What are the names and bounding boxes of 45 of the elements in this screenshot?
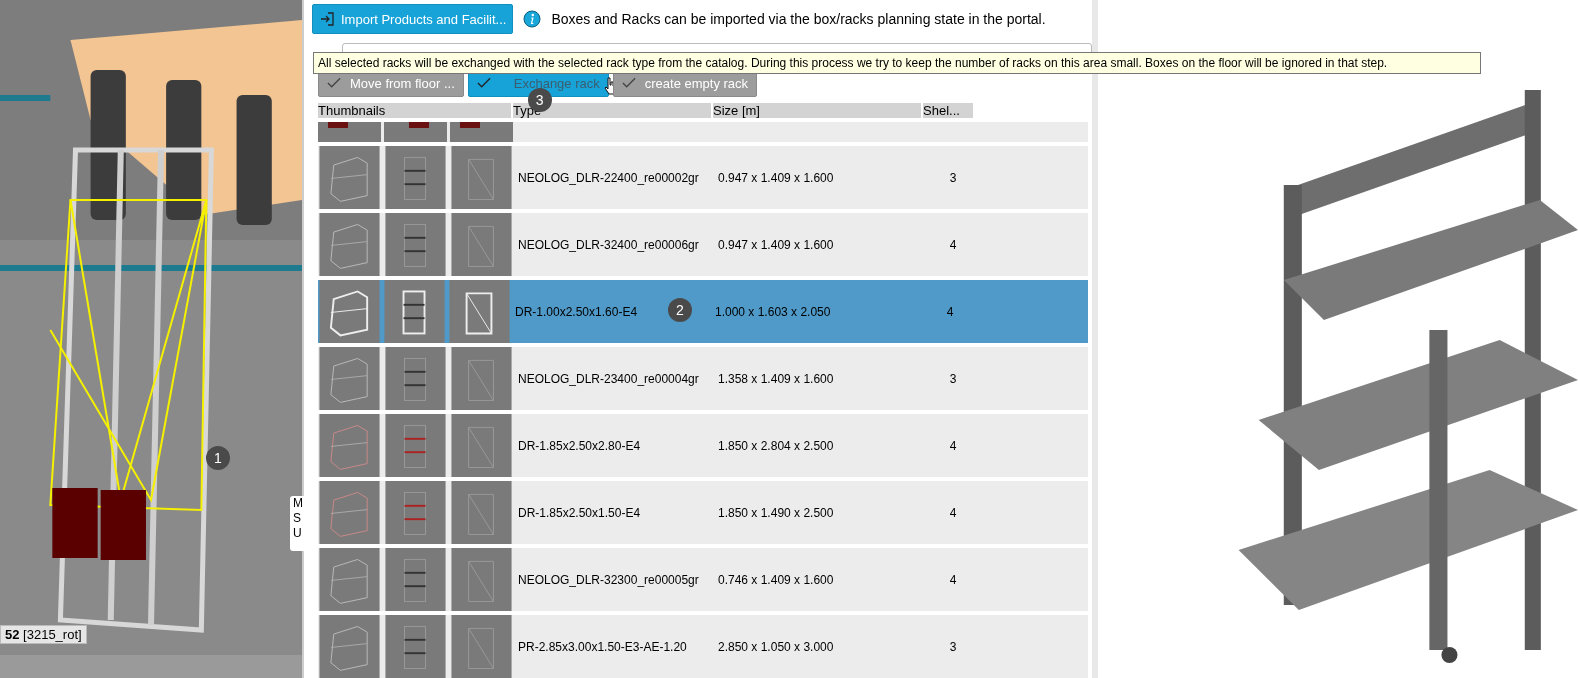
table-cell-text: 1.358 x 1.409 x 1.600 <box>718 371 835 386</box>
table-cell-text: 0.947 x 1.409 x 1.600 <box>718 170 835 185</box>
table-cell-text: 4 <box>948 237 958 252</box>
check-icon <box>476 77 492 89</box>
table-row[interactable]: DR-1.85x2.50x2.80-E4 1.850 x 2.804 x 2.500 4 <box>318 414 1088 477</box>
table-cell: DR-1.85x2.50x1.50-E4 <box>518 505 641 520</box>
info-icon <box>523 10 542 28</box>
popup-text: U <box>293 526 302 541</box>
table-cell-text: 1.850 x 2.804 x 2.500 <box>718 438 835 453</box>
popup-text: S <box>293 511 302 526</box>
table-row[interactable]: PR-2.85x3.00x1.50-E3-AE-1.20 2.850 x 1.050 x 3.000 3 <box>318 615 1088 678</box>
table-cell: DR-1.85x2.50x2.80-E4 <box>518 438 641 453</box>
info-text: Boxes and Racks can be imported via the box/racks planning state in the portal. <box>551 11 1046 27</box>
table-row[interactable]: NEOLOG_DLR-32400_re00006gr 0.947 x 1.409 x 1.600 4 <box>318 213 1088 276</box>
table-cell-text: 1.000 x 1.603 x 2.050 <box>715 304 832 319</box>
tooltip: All selected racks will be exchanged with the selected rack type from the catalog. During this process we try to keep the number of racks on this area small. Boxes on the floor will be ignored in that step. <box>313 52 1481 74</box>
table-cell-text: 3 <box>948 170 958 185</box>
table-cell-text: 3 <box>948 639 958 654</box>
popup-text: M <box>293 496 302 511</box>
object-label: 52 [3215_rot] <box>0 625 87 644</box>
table-row[interactable]: DR-1.85x2.50x1.50-E4 1.850 x 1.490 x 2.500 4 <box>318 481 1088 544</box>
table-cell-text: 4 <box>948 572 958 587</box>
table-cell-text: 2.850 x 1.050 x 3.000 <box>718 639 835 654</box>
import-icon <box>319 11 335 27</box>
table-cell: NEOLOG_DLR-22400_re00002gr <box>518 170 699 185</box>
table-cell-text: 4 <box>948 438 958 453</box>
table-row[interactable]: NEOLOG_DLR-32300_re00005gr 0.746 x 1.409 x 1.600 4 <box>318 548 1088 611</box>
table-cell-text: 4 <box>948 505 958 520</box>
table-cell: NEOLOG_DLR-32400_re00006gr <box>518 237 699 252</box>
check-icon <box>327 77 342 89</box>
table-cell-text: 1.850 x 1.490 x 2.500 <box>718 505 835 520</box>
table-cell-text: 0.746 x 1.409 x 1.600 <box>718 572 835 587</box>
check-icon <box>621 77 637 89</box>
column-header[interactable]: Size [m] <box>713 103 921 118</box>
table-row[interactable]: NEOLOG_DLR-22400_re00002gr 0.947 x 1.409 x 1.600 3 <box>318 146 1088 209</box>
table-cell: NEOLOG_DLR-23400_re00004gr <box>518 371 699 386</box>
column-header[interactable]: Thumbnails <box>318 103 511 118</box>
column-header[interactable]: Shel... <box>923 103 973 118</box>
table-cell-text: 3 <box>948 371 958 386</box>
table-cell-text: 4 <box>945 304 955 319</box>
table-cell-text: 0.947 x 1.409 x 1.600 <box>718 237 835 252</box>
table-row[interactable]: NEOLOG_DLR-23400_re00004gr 1.358 x 1.409 x 1.600 3 <box>318 347 1088 410</box>
table-cell: PR-2.85x3.00x1.50-E3-AE-1.20 <box>518 639 687 654</box>
table-cell: DR-1.00x2.50x1.60-E4 <box>515 304 638 319</box>
table-cell: NEOLOG_DLR-32300_re00005gr <box>518 572 699 587</box>
